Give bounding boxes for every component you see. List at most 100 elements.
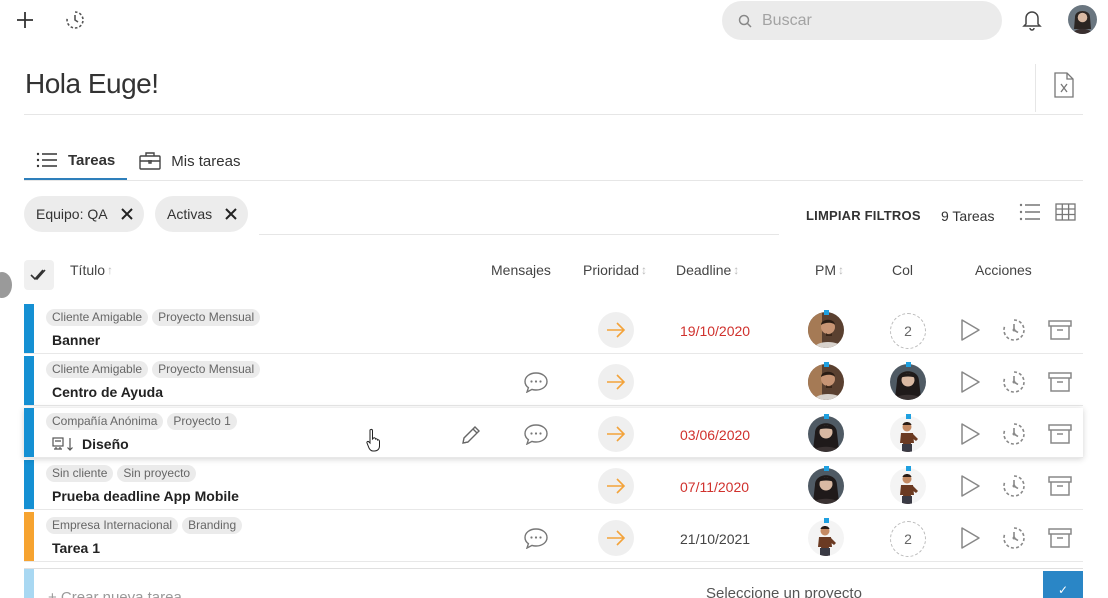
list-view-icon[interactable] [1019,203,1041,223]
timer-icon[interactable] [1001,473,1027,499]
arrow-right-icon [607,426,626,442]
archive-icon[interactable] [1048,372,1072,392]
column-header-col: Col [892,262,913,278]
pin-marker [824,414,829,419]
column-header-pm[interactable]: PM ↕ [815,262,844,278]
user-avatar[interactable] [1068,5,1097,34]
search-input[interactable] [762,11,982,30]
timer-icon[interactable] [1001,317,1027,343]
column-header-title[interactable]: Título ↑ [70,262,113,278]
grid-view-icon[interactable] [1055,203,1077,223]
row-color-bar [24,460,34,509]
project-select[interactable]: Seleccione un proyecto [706,585,862,598]
collaborator-avatar[interactable] [890,468,926,504]
filter-chip-equipo[interactable]: Equipo: QA [24,196,144,232]
excel-export-icon[interactable] [1053,72,1075,98]
deadline-date[interactable]: 03/06/2020 [680,427,750,443]
arrow-right-icon [607,478,626,494]
tab-mis-tareas[interactable]: Mis tareas [127,142,252,180]
column-header-deadline[interactable]: Deadline ↕ [676,262,739,278]
pencil-icon[interactable] [458,422,484,448]
table-row[interactable]: Cliente Amigable Proyecto Mensual Centro d… [24,356,1083,406]
filter-chip-activas[interactable]: Activas [155,196,249,232]
list-icon [36,152,58,168]
timer-icon[interactable] [1001,525,1027,551]
filter-input-line[interactable] [259,234,779,235]
play-icon[interactable] [958,318,982,342]
tag[interactable]: Sin cliente [46,465,114,482]
tag[interactable]: Compañía Anónima [46,413,164,430]
deadline-date[interactable]: 07/11/2020 [680,479,749,495]
table-row[interactable]: Cliente Amigable Proyecto Mensual Banner 19… [24,304,1083,354]
priority-button[interactable] [598,312,634,348]
task-title[interactable]: Centro de Ayuda [52,384,163,400]
archive-icon[interactable] [1048,528,1072,548]
new-task-input[interactable]: + Crear nueva tarea [48,589,182,598]
deadline-date[interactable]: 19/10/2020 [680,323,750,339]
sort-icon: ↑ [107,263,114,277]
priority-button[interactable] [598,416,634,452]
subtask-icon [52,436,78,452]
task-title[interactable]: Banner [52,332,100,348]
collaborator-avatar[interactable] [890,416,926,452]
table-row[interactable]: Empresa Internacional Branding Tarea 1 21/1… [24,512,1083,562]
tag[interactable]: Cliente Amigable [46,309,149,326]
page-title: Hola Euge! [25,68,159,99]
pm-avatar[interactable] [808,416,844,452]
collaborator-count[interactable]: 2 [890,521,926,557]
play-icon[interactable] [958,526,982,550]
clear-filters-button[interactable]: LIMPIAR FILTROS [806,208,921,223]
timer-icon[interactable] [1001,369,1027,395]
select-all-checkbox[interactable] [24,260,54,290]
priority-button[interactable] [598,520,634,556]
play-icon[interactable] [958,474,982,498]
search-box[interactable] [722,1,1002,40]
pm-avatar[interactable] [808,364,844,400]
column-header-messages: Mensajes [491,262,551,278]
play-icon[interactable] [958,370,982,394]
pm-avatar[interactable] [808,520,844,556]
tag[interactable]: Sin proyecto [117,465,197,482]
close-icon[interactable] [120,207,134,221]
task-title[interactable]: Diseño [52,436,129,452]
tag[interactable]: Proyecto Mensual [152,361,261,378]
pm-avatar[interactable] [808,312,844,348]
row-color-bar [24,569,34,598]
plus-icon[interactable] [13,8,37,32]
archive-icon[interactable] [1048,424,1072,444]
archive-icon[interactable] [1048,320,1072,340]
task-title[interactable]: Tarea 1 [52,540,100,556]
header-underline [24,114,1083,115]
bell-icon[interactable] [1020,8,1044,32]
tag[interactable]: Empresa Internacional [46,517,179,534]
timer-icon[interactable] [1001,421,1027,447]
tag[interactable]: Proyecto 1 [167,413,237,430]
column-header-priority[interactable]: Prioridad ↕ [583,262,647,278]
tab-tareas[interactable]: Tareas [24,142,128,180]
table-row[interactable]: Sin cliente Sin proyecto Prueba deadline A… [24,460,1083,510]
collaborator-avatar[interactable] [890,364,926,400]
task-title[interactable]: Prueba deadline App Mobile [52,488,239,504]
tag[interactable]: Cliente Amigable [46,361,149,378]
tag-list: Empresa Internacional Branding [46,517,246,534]
confirm-button[interactable]: ✓ [1043,571,1083,598]
task-title-text: Diseño [82,436,129,452]
collaborator-count[interactable]: 2 [890,313,926,349]
chat-icon[interactable] [522,526,550,550]
arrow-right-icon [607,374,626,390]
chat-icon[interactable] [522,370,550,394]
archive-icon[interactable] [1048,476,1072,496]
table-row[interactable]: Compañía Anónima Proyecto 1 Diseño 03/06/20… [24,408,1083,458]
tag[interactable]: Branding [182,517,243,534]
priority-button[interactable] [598,468,634,504]
chat-icon[interactable] [522,422,550,446]
sort-icon: ↕ [641,263,648,277]
pm-avatar[interactable] [808,468,844,504]
tag[interactable]: Proyecto Mensual [152,309,261,326]
play-icon[interactable] [958,422,982,446]
priority-button[interactable] [598,364,634,400]
close-icon[interactable] [224,207,238,221]
timer-icon[interactable] [63,8,87,32]
sidebar-toggle-handle[interactable] [0,272,12,298]
deadline-date[interactable]: 21/10/2021 [680,531,750,547]
